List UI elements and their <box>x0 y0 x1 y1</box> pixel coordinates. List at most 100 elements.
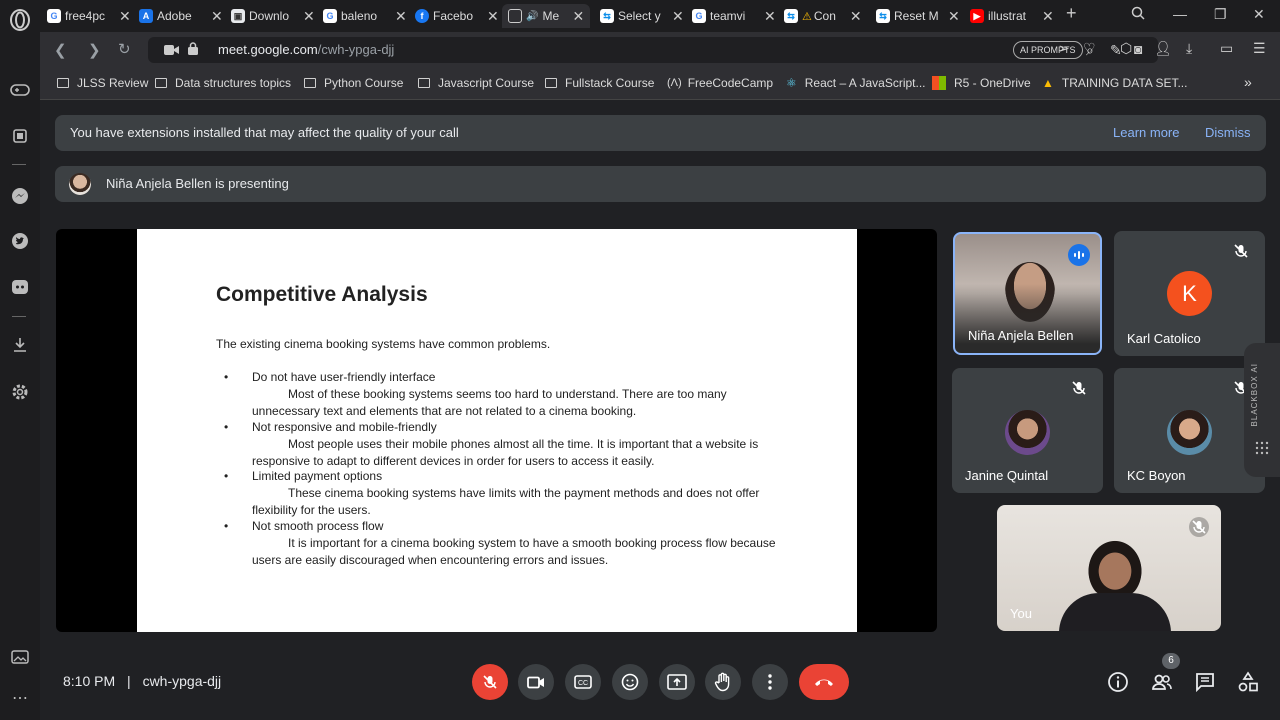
reactions-button[interactable] <box>612 664 648 700</box>
bookmark-folder[interactable]: JLSS Review <box>57 76 148 90</box>
participant-count-badge: 6 <box>1162 653 1180 669</box>
dismiss-button[interactable]: Dismiss <box>1205 125 1251 140</box>
gallery-icon[interactable] <box>8 645 32 669</box>
cube-icon[interactable]: ⬡ <box>1120 40 1132 57</box>
chat-icon[interactable] <box>1194 671 1216 693</box>
close-tab-icon[interactable]: ✕ <box>764 8 776 25</box>
raise-hand-button[interactable] <box>705 664 741 700</box>
lock-icon[interactable] <box>188 42 198 60</box>
participant-tile-kc[interactable]: KC Boyon <box>1114 368 1265 493</box>
tab-con[interactable]: ⇆ ⚠ Con ✕ <box>784 4 868 28</box>
mic-toggle-button[interactable] <box>472 664 508 700</box>
tab-meet-active[interactable]: 🔊 Me ✕ <box>502 4 590 28</box>
close-tab-icon[interactable]: ✕ <box>395 8 407 25</box>
minimize-icon[interactable]: — <box>1173 6 1187 22</box>
presented-slide: Competitive Analysis The existing cinema… <box>137 229 857 632</box>
settings-gear-icon[interactable] <box>8 380 32 404</box>
react-icon: ⚛ <box>786 76 797 90</box>
tab-free4pc[interactable]: Gfree4pc ✕ <box>47 4 131 28</box>
activities-icon[interactable] <box>1237 671 1259 693</box>
close-tab-icon[interactable]: ✕ <box>850 8 862 25</box>
participant-name: KC Boyon <box>1127 468 1186 483</box>
bookmark-link[interactable]: ⚛ React – A JavaScript... <box>786 76 926 90</box>
camera-toggle-button[interactable] <box>518 664 554 700</box>
closed-captions-icon: CC <box>574 675 592 689</box>
messenger-icon[interactable] <box>8 184 32 208</box>
profile-icon[interactable]: 👤︎ <box>1154 40 1172 57</box>
snapshot-camera-icon[interactable]: ◙ <box>1134 41 1142 57</box>
bookmark-folder[interactable]: Javascript Course <box>418 76 534 90</box>
bookmark-folder[interactable]: Python Course <box>304 76 403 90</box>
participant-avatar <box>1005 410 1050 455</box>
close-tab-icon[interactable]: ✕ <box>948 8 960 25</box>
sidebar-divider <box>12 316 26 317</box>
tab-select[interactable]: ⇆ Select y ✕ <box>600 4 684 28</box>
downloads-icon[interactable] <box>8 333 32 357</box>
search-tabs-icon[interactable] <box>1131 6 1145 23</box>
blackbox-ai-widget[interactable]: BLACKBOX AI <box>1244 343 1280 477</box>
close-tab-icon[interactable]: ✕ <box>487 8 499 25</box>
bookmark-link[interactable]: R5 - OneDrive <box>932 76 1031 90</box>
download-icon[interactable]: ⤓ <box>1186 40 1192 57</box>
bookmark-link[interactable]: (Λ) FreeCodeCamp <box>667 76 773 90</box>
url-text: meet.google.com/cwh-ypga-djj <box>218 42 394 57</box>
close-tab-icon[interactable]: ✕ <box>672 8 684 25</box>
slide-item-heading: Limited payment options <box>252 469 383 483</box>
heart-icon[interactable]: ♡ <box>1083 40 1096 57</box>
self-video-tile[interactable]: You <box>997 505 1221 631</box>
close-tab-icon[interactable]: ✕ <box>572 8 584 25</box>
url-path: /cwh-ypga-djj <box>317 42 395 57</box>
more-icon[interactable]: ⋯ <box>8 686 32 710</box>
chip-icon[interactable] <box>8 124 32 148</box>
discord-icon[interactable] <box>8 275 32 299</box>
bookmark-folder[interactable]: Fullstack Course <box>545 76 654 90</box>
participant-name: Niña Anjela Bellen <box>968 328 1074 343</box>
close-tab-icon[interactable]: ✕ <box>1042 8 1054 25</box>
meeting-details-icon[interactable] <box>1107 671 1129 693</box>
slide-item-heading: Do not have user-friendly interface <box>252 370 436 384</box>
tab-illustrator[interactable]: ▶ illustrat ✕ <box>970 4 1054 28</box>
close-tab-icon[interactable]: ✕ <box>119 8 131 25</box>
participant-tile-karl[interactable]: K Karl Catolico <box>1114 231 1265 356</box>
people-icon[interactable] <box>1151 671 1173 693</box>
tab-baleno[interactable]: Gbaleno ✕ <box>323 4 407 28</box>
menu-icon[interactable]: ☰ <box>1253 40 1266 57</box>
restore-icon[interactable]: ❐ <box>1214 6 1227 23</box>
close-tab-icon[interactable]: ✕ <box>303 8 315 25</box>
leave-call-button[interactable] <box>799 664 849 700</box>
forward-icon[interactable]: ❯ <box>88 41 101 59</box>
blackbox-label: BLACKBOX AI <box>1250 363 1259 427</box>
participant-name: Karl Catolico <box>1127 331 1201 346</box>
captions-button[interactable]: CC <box>565 664 601 700</box>
twitter-icon[interactable] <box>8 229 32 253</box>
tab-teamviewer[interactable]: Gteamvi ✕ <box>692 4 776 28</box>
url-field[interactable]: meet.google.com/cwh-ypga-djj AI PROMPTS … <box>148 37 1158 63</box>
teamviewer-icon: ⇆ <box>784 9 798 23</box>
camera-permission-icon[interactable] <box>164 43 180 61</box>
learn-more-link[interactable]: Learn more <box>1113 125 1179 140</box>
participant-tile-presenter[interactable]: Niña Anjela Bellen <box>953 232 1102 355</box>
extension-warning-banner: You have extensions installed that may a… <box>55 115 1266 151</box>
reload-icon[interactable]: ↻ <box>118 40 131 58</box>
tab-reset[interactable]: ⇆ Reset M ✕ <box>876 4 960 28</box>
close-window-icon[interactable]: ✕ <box>1253 6 1265 23</box>
slide-item-heading: Not responsive and mobile-friendly <box>252 420 437 434</box>
back-icon[interactable]: ❮ <box>54 41 67 59</box>
more-options-button[interactable] <box>752 664 788 700</box>
battery-icon[interactable]: ▭ <box>1220 40 1233 57</box>
more-bookmarks-icon[interactable]: » <box>1244 74 1252 90</box>
bookmark-link[interactable]: ▲ TRAINING DATA SET... <box>1042 76 1187 90</box>
close-tab-icon[interactable]: ✕ <box>211 8 223 25</box>
present-screen-button[interactable] <box>659 664 695 700</box>
tab-facebook[interactable]: f Facebo ✕ <box>415 4 499 28</box>
new-tab-plus-icon[interactable]: + <box>1066 3 1077 24</box>
participant-tile-janine[interactable]: Janine Quintal <box>952 368 1103 493</box>
tab-download[interactable]: ▣ Downlo ✕ <box>231 4 315 28</box>
self-video <box>1085 537 1145 599</box>
ai-prompts-button[interactable]: AI PROMPTS <box>1013 41 1083 59</box>
opera-logo-icon[interactable] <box>8 8 32 32</box>
tab-adobe[interactable]: A Adobe ✕ <box>139 4 223 28</box>
gamepad-icon[interactable] <box>8 78 32 102</box>
bookmark-folder[interactable]: Data structures topics <box>155 76 291 90</box>
send-icon[interactable]: ➢ <box>1058 40 1070 57</box>
